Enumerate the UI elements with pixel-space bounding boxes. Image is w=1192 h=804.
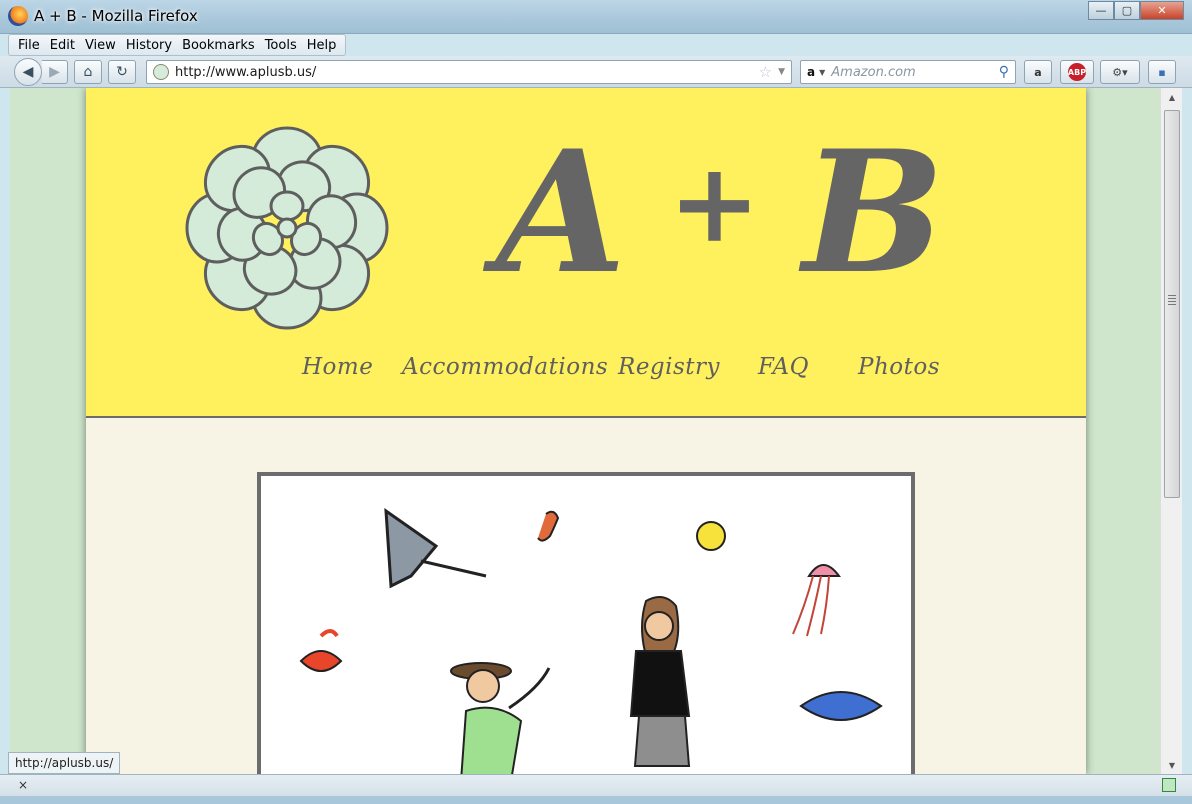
- addon-status-icon[interactable]: [1162, 778, 1176, 792]
- man-kneeling-icon: [450, 662, 551, 774]
- brand-plus: +: [668, 138, 765, 267]
- back-button[interactable]: ◀: [14, 58, 42, 86]
- menu-history[interactable]: History: [121, 35, 177, 55]
- search-box[interactable]: a ▼ Amazon.com ⚲: [800, 60, 1016, 84]
- vertical-scrollbar[interactable]: ▲ ▼: [1160, 88, 1182, 774]
- woman-icon: [629, 596, 691, 767]
- menu-tools[interactable]: Tools: [260, 35, 302, 55]
- blue-fish-icon: [799, 691, 883, 721]
- brand-b: B: [802, 113, 949, 311]
- menu-file[interactable]: File: [13, 35, 45, 55]
- nav-registry[interactable]: Registry: [618, 354, 720, 380]
- scroll-down-icon[interactable]: ▼: [1161, 756, 1183, 774]
- search-icon[interactable]: ⚲: [999, 64, 1009, 80]
- nav-accommodations[interactable]: Accommodations: [402, 354, 608, 380]
- site-title: A + B: [496, 128, 949, 296]
- nav-faq[interactable]: FAQ: [758, 354, 809, 380]
- adblock-icon: ABP: [1068, 63, 1086, 81]
- sidebar-button[interactable]: ▪: [1148, 60, 1176, 84]
- proposal-illustration: [257, 472, 915, 774]
- scroll-up-icon[interactable]: ▲: [1161, 88, 1183, 106]
- close-button[interactable]: ✕: [1140, 1, 1184, 20]
- page-viewport: A + B Home Accommodations Registry FAQ Pho…: [10, 88, 1160, 774]
- forward-button[interactable]: ▶: [42, 60, 68, 84]
- home-button[interactable]: ⌂: [74, 60, 102, 84]
- adblock-button[interactable]: ABP: [1060, 60, 1094, 84]
- navigation-toolbar: ◀ ▶ ⌂ ↻ http://www.aplusb.us/ ☆ ▼ a ▼ Am…: [0, 56, 1192, 88]
- search-engine-icon[interactable]: a: [807, 65, 815, 79]
- bookmark-star-icon[interactable]: ☆: [759, 63, 772, 81]
- scroll-grip-icon: [1168, 295, 1176, 305]
- url-bar[interactable]: http://www.aplusb.us/ ☆ ▼: [146, 60, 792, 84]
- red-fish-icon: [299, 629, 343, 672]
- seahorse-icon: [537, 510, 560, 542]
- nav-photos[interactable]: Photos: [858, 354, 940, 380]
- maximize-button[interactable]: ▢: [1114, 1, 1140, 20]
- window-bottom-border: [0, 796, 1192, 804]
- brand-a: A: [496, 113, 631, 311]
- menu-edit[interactable]: Edit: [45, 35, 80, 55]
- hover-link-status: http://aplusb.us/: [8, 752, 121, 774]
- reload-button[interactable]: ↻: [108, 60, 136, 84]
- menu-view[interactable]: View: [80, 35, 121, 55]
- firefox-logo-icon: [8, 6, 28, 26]
- nav-home[interactable]: Home: [302, 354, 373, 380]
- search-engine-dropdown-icon[interactable]: ▼: [819, 68, 825, 77]
- site-header: A + B Home Accommodations Registry FAQ Pho…: [86, 88, 1086, 418]
- site-favicon-icon: [153, 64, 169, 80]
- minimize-button[interactable]: —: [1088, 1, 1114, 20]
- scroll-thumb[interactable]: [1164, 110, 1180, 498]
- search-input[interactable]: Amazon.com: [831, 65, 998, 80]
- menu-bar: File Edit View History Bookmarks Tools H…: [8, 34, 347, 56]
- jellyfish-icon: [792, 564, 841, 637]
- page-content: [86, 420, 1086, 774]
- addon-bar: ×: [0, 774, 1192, 796]
- amazon-button[interactable]: a: [1024, 60, 1052, 84]
- title-bar: A + B - Mozilla Firefox — ▢ ✕: [0, 0, 1192, 34]
- menu-bookmarks[interactable]: Bookmarks: [177, 35, 260, 55]
- succulent-logo-icon: [185, 126, 389, 330]
- url-text[interactable]: http://www.aplusb.us/: [175, 65, 759, 80]
- url-dropdown-icon[interactable]: ▼: [778, 67, 785, 77]
- addon-bar-close-icon[interactable]: ×: [18, 778, 28, 792]
- window-controls: — ▢ ✕: [1088, 1, 1184, 20]
- illustration-svg: [299, 507, 883, 774]
- window-title: A + B - Mozilla Firefox: [34, 7, 198, 25]
- tools-button[interactable]: ⚙▾: [1100, 60, 1140, 84]
- menu-help[interactable]: Help: [302, 35, 342, 55]
- pufferfish-icon: [696, 521, 726, 551]
- page-column: A + B Home Accommodations Registry FAQ Pho…: [86, 88, 1086, 774]
- manta-ray-icon: [384, 507, 487, 589]
